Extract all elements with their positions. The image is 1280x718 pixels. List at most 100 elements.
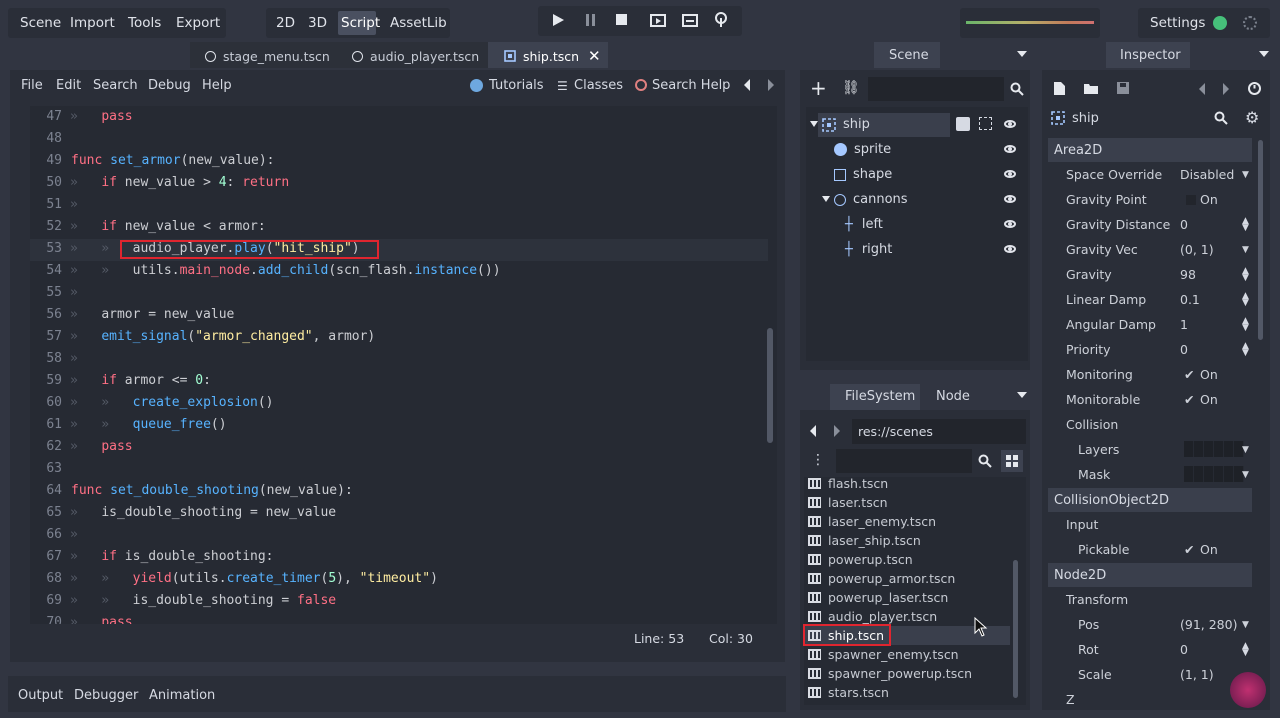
checkbox-checked-icon[interactable]: ✔ <box>1184 367 1194 382</box>
prop-angular-damp[interactable]: Angular Damp 1 ▲ ▼ <box>1066 312 1256 337</box>
script-menu-file[interactable]: File <box>21 78 43 93</box>
group-icon[interactable] <box>979 117 992 130</box>
prop-gravity-point[interactable]: Gravity Point On <box>1066 187 1256 212</box>
prop-space-override[interactable]: Space Override Disabled ▼ <box>1066 162 1256 187</box>
script-attached-icon[interactable] <box>956 117 970 131</box>
debugger-tab[interactable]: Debugger <box>74 688 138 703</box>
section-area2d[interactable]: Area2D <box>1048 138 1252 162</box>
prop-gravity-vec[interactable]: Gravity Vec (0, 1) ▼ <box>1066 237 1256 262</box>
visibility-eye-icon[interactable] <box>1004 195 1016 203</box>
prop-pos[interactable]: Pos (91, 280) ▼ <box>1078 612 1268 637</box>
prop-pickable[interactable]: Pickable ✔ On <box>1078 537 1268 562</box>
open-folder-icon[interactable] <box>1083 82 1099 95</box>
spinner-arrows-icon[interactable]: ▲ ▼ <box>1242 266 1249 282</box>
play-icon[interactable] <box>551 13 565 27</box>
visibility-eye-icon[interactable] <box>1004 220 1016 228</box>
spinner-arrows-icon[interactable]: ▲ ▼ <box>1242 216 1249 232</box>
editor-scrollbar[interactable] <box>767 328 773 443</box>
checkbox-checked-icon[interactable]: ✔ <box>1184 392 1194 407</box>
tree-node-right[interactable]: ┼ right <box>845 237 892 262</box>
add-node-icon[interactable]: + <box>810 78 827 98</box>
back-arrow-icon[interactable] <box>808 424 818 438</box>
menu-import[interactable]: Import <box>70 15 115 31</box>
forward-arrow-icon[interactable] <box>832 424 842 438</box>
workspace-3d[interactable]: 3D <box>308 15 327 31</box>
scene-dock-tab[interactable]: Scene <box>889 48 929 63</box>
pause-icon[interactable] <box>584 13 598 27</box>
file-item[interactable]: flash.tscn <box>808 474 888 493</box>
workspace-assetlib[interactable]: AssetLib <box>390 15 447 31</box>
script-menu-debug[interactable]: Debug <box>148 78 191 93</box>
section-collisionobject2d[interactable]: CollisionObject2D <box>1048 488 1252 512</box>
spinner-arrows-icon[interactable]: ▲ ▼ <box>1242 341 1249 357</box>
tree-node-sprite[interactable]: sprite <box>834 137 891 162</box>
prop-z[interactable]: Z <box>1066 688 1256 710</box>
file-filter-input[interactable] <box>836 449 972 473</box>
search-help-button[interactable]: Search Help <box>652 78 730 93</box>
file-item[interactable]: laser.tscn <box>808 493 888 512</box>
prop-rot[interactable]: Rot 0 ▲ ▼ <box>1078 637 1268 662</box>
prop-monitoring[interactable]: Monitoring ✔ On <box>1066 362 1256 387</box>
scene-tab-audio-player[interactable]: audio_player.tscn <box>352 44 479 68</box>
dock-menu-icon[interactable] <box>1258 50 1270 58</box>
animation-tab[interactable]: Animation <box>149 688 215 703</box>
close-icon[interactable]: ✕ <box>588 47 601 65</box>
visibility-eye-icon[interactable] <box>1004 170 1016 178</box>
script-menu-search[interactable]: Search <box>93 78 138 93</box>
code-editor[interactable]: 47» pass 48 49 func set_armor(new_value):… <box>30 106 777 624</box>
workspace-2d[interactable]: 2D <box>276 15 295 31</box>
inspector-tab[interactable]: Inspector <box>1120 48 1181 63</box>
menu-tools[interactable]: Tools <box>128 15 161 31</box>
search-icon[interactable] <box>1214 111 1228 125</box>
visibility-eye-icon[interactable] <box>1004 145 1016 153</box>
visibility-eye-icon[interactable] <box>1004 245 1016 253</box>
prop-gravity-distance[interactable]: Gravity Distance Sc 0 ▲▼ <box>1066 212 1256 237</box>
play-scene-icon[interactable] <box>650 13 666 27</box>
dock-menu-icon[interactable] <box>1016 50 1028 58</box>
classes-button[interactable]: Classes <box>574 78 623 93</box>
tree-node-ship[interactable]: ship <box>822 112 870 137</box>
prev-script-icon[interactable] <box>742 78 752 92</box>
file-item[interactable]: spawner_enemy.tscn <box>808 645 959 664</box>
tutorials-button[interactable]: Tutorials <box>489 78 544 93</box>
new-resource-icon[interactable] <box>1053 81 1066 96</box>
prop-collision[interactable]: Collision <box>1066 412 1256 437</box>
history-forward-icon[interactable] <box>1221 82 1231 96</box>
history-back-icon[interactable] <box>1197 82 1207 96</box>
spinner-arrows-icon[interactable]: ▲ ▼ <box>1242 291 1249 307</box>
remote-debug-icon[interactable] <box>714 12 728 28</box>
file-item[interactable]: powerup_armor.tscn <box>808 569 955 588</box>
settings-button[interactable]: Settings <box>1150 15 1205 31</box>
next-script-icon[interactable] <box>766 78 776 92</box>
gear-icon[interactable]: ⚙ <box>1245 108 1259 127</box>
dock-menu-icon[interactable] <box>1016 391 1028 399</box>
file-item[interactable]: powerup_laser.tscn <box>808 588 948 607</box>
file-item[interactable]: laser_ship.tscn <box>808 531 921 550</box>
filesystem-tab[interactable]: FileSystem <box>845 389 915 404</box>
spinner-arrows-icon[interactable]: ▲ ▼ <box>1242 641 1249 657</box>
workspace-script[interactable]: Script <box>341 15 380 31</box>
scene-filter-input[interactable] <box>868 77 1004 101</box>
script-menu-edit[interactable]: Edit <box>56 78 81 93</box>
menu-export[interactable]: Export <box>176 15 220 31</box>
prop-layers[interactable]: Layers ▼ <box>1078 437 1268 462</box>
file-item[interactable]: powerup.tscn <box>808 550 913 569</box>
file-item[interactable]: spawner_powerup.tscn <box>808 664 972 683</box>
layer-bit-grid[interactable] <box>1184 441 1244 457</box>
tree-node-cannons[interactable]: cannons <box>834 187 908 212</box>
script-menu-help[interactable]: Help <box>202 78 232 93</box>
checkbox-unchecked-icon[interactable] <box>1186 195 1196 205</box>
tree-node-shape[interactable]: shape <box>834 162 892 187</box>
link-icon[interactable]: ⛓ <box>842 80 860 96</box>
inspector-scrollbar[interactable] <box>1258 140 1263 340</box>
collapse-tree-icon[interactable]: ⋮ <box>811 452 825 468</box>
save-icon[interactable] <box>1116 81 1130 95</box>
mask-bit-grid[interactable] <box>1184 466 1244 482</box>
menu-scene[interactable]: Scene <box>20 15 61 31</box>
spinner-arrows-icon[interactable]: ▲ ▼ <box>1242 316 1249 332</box>
scene-tab-stage-menu[interactable]: stage_menu.tscn <box>205 44 330 68</box>
prop-transform[interactable]: Transform <box>1066 587 1256 612</box>
prop-linear-damp[interactable]: Linear Damp 0.1 ▲ ▼ <box>1066 287 1256 312</box>
prop-gravity[interactable]: Gravity 98 ▲ ▼ <box>1066 262 1256 287</box>
prop-input[interactable]: Input <box>1066 512 1256 537</box>
